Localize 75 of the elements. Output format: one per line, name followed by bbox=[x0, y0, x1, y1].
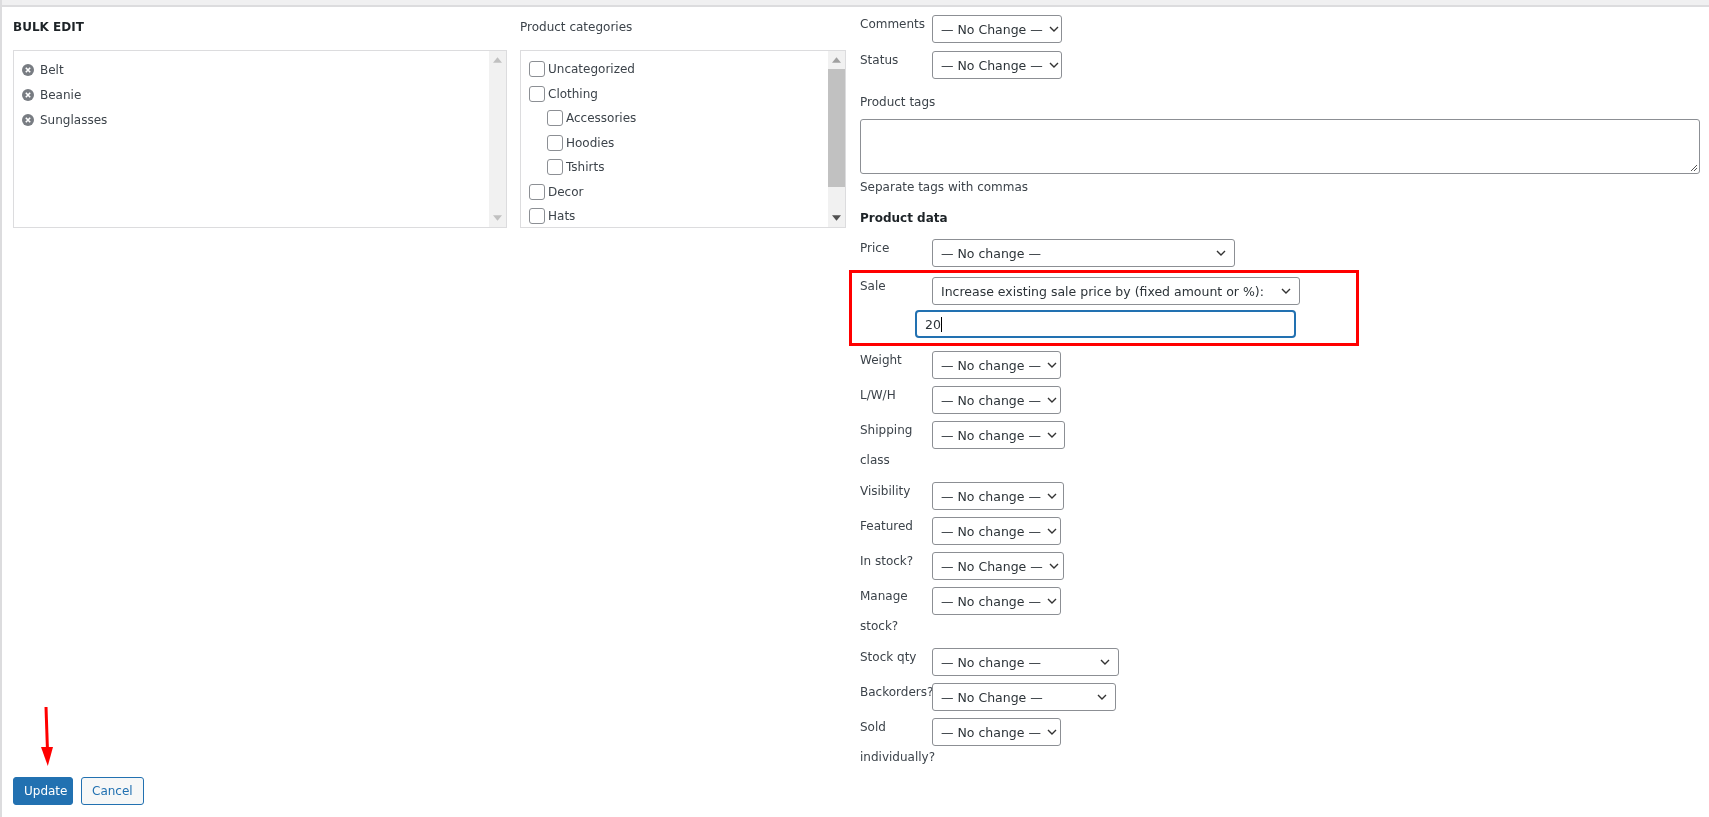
dropdown[interactable]: — No Change — bbox=[932, 683, 1116, 711]
chevron-down-icon bbox=[1048, 26, 1059, 32]
section-title: Product categories bbox=[520, 20, 634, 36]
category-label: Hats bbox=[548, 209, 576, 224]
checkbox[interactable] bbox=[529, 61, 545, 78]
dropdown[interactable]: — No change — bbox=[932, 587, 1061, 615]
field-label: Shipping class bbox=[860, 422, 914, 469]
field-label: Comments bbox=[860, 16, 927, 33]
dropdown[interactable]: — No Change — bbox=[932, 552, 1064, 580]
chevron-down-icon bbox=[1048, 62, 1059, 68]
scrollbar[interactable] bbox=[828, 51, 845, 227]
scroll-thumb[interactable] bbox=[828, 69, 845, 187]
field-label: Sale bbox=[860, 278, 887, 295]
scroll-up-icon[interactable] bbox=[832, 57, 841, 63]
resize-grip-icon[interactable] bbox=[1689, 163, 1697, 171]
field-label: Weight bbox=[860, 352, 903, 369]
field-label: Product tags bbox=[860, 95, 937, 109]
section-title: BULK EDIT bbox=[13, 20, 85, 36]
scroll-down-icon[interactable] bbox=[832, 215, 841, 221]
hint-text: Separate tags with commas bbox=[860, 180, 1030, 194]
product-name: Belt bbox=[40, 62, 64, 77]
category-label: Clothing bbox=[548, 86, 598, 101]
checkbox[interactable] bbox=[547, 110, 563, 127]
chevron-down-icon bbox=[1046, 598, 1057, 604]
chevron-down-icon bbox=[1216, 250, 1226, 256]
remove-icon[interactable] bbox=[22, 63, 34, 76]
category-label: Accessories bbox=[566, 111, 637, 126]
product-name: Beanie bbox=[40, 87, 82, 102]
category-label: Hoodies bbox=[566, 135, 615, 150]
field-label: Status bbox=[860, 52, 900, 69]
arrow-annotation bbox=[40, 707, 54, 767]
field-label: Stock qty bbox=[860, 649, 918, 666]
category-label: Decor bbox=[548, 184, 584, 199]
dropdown[interactable]: Increase existing sale price by (fixed amount or %): bbox=[932, 277, 1300, 305]
dropdown[interactable]: — No change — bbox=[932, 351, 1061, 379]
field-label: L/W/H bbox=[860, 387, 897, 404]
update-button[interactable]: Update bbox=[13, 777, 73, 805]
section-title: Product data bbox=[860, 211, 949, 225]
field-label: Featured bbox=[860, 518, 914, 535]
product-name: Sunglasses bbox=[40, 112, 108, 127]
field-label: Visibility bbox=[860, 483, 912, 500]
checkbox[interactable] bbox=[529, 183, 545, 200]
remove-icon[interactable] bbox=[22, 113, 34, 126]
category-label: Tshirts bbox=[566, 160, 605, 175]
chevron-down-icon bbox=[1046, 493, 1057, 499]
dropdown[interactable]: — No change — bbox=[932, 718, 1061, 746]
checkbox[interactable] bbox=[547, 159, 563, 176]
amount-input[interactable]: 20 bbox=[915, 310, 1296, 338]
checkbox[interactable] bbox=[529, 208, 545, 225]
cancel-button[interactable]: Cancel bbox=[81, 777, 144, 805]
dropdown[interactable]: — No change — bbox=[932, 421, 1065, 449]
dropdown[interactable]: — No change — bbox=[932, 648, 1119, 676]
chevron-down-icon bbox=[1046, 528, 1057, 534]
chevron-down-icon bbox=[1046, 729, 1057, 735]
chevron-down-icon bbox=[1046, 362, 1057, 368]
field-label: Price bbox=[860, 240, 891, 257]
dropdown[interactable]: — No Change — bbox=[932, 51, 1062, 79]
dropdown[interactable]: — No change — bbox=[932, 239, 1235, 267]
chevron-down-icon bbox=[1046, 432, 1057, 438]
field-label: In stock? bbox=[860, 553, 915, 570]
chevron-down-icon bbox=[1281, 288, 1291, 294]
field-label: Backorders? bbox=[860, 684, 932, 701]
remove-icon[interactable] bbox=[22, 88, 34, 101]
field-label: Manage stock? bbox=[860, 588, 909, 635]
dropdown[interactable]: — No change — bbox=[932, 517, 1061, 545]
checkbox[interactable] bbox=[547, 134, 563, 151]
checkbox[interactable] bbox=[529, 85, 545, 102]
chevron-down-icon bbox=[1097, 694, 1107, 700]
dropdown[interactable]: — No Change — bbox=[932, 15, 1062, 43]
dropdown[interactable]: — No change — bbox=[932, 386, 1061, 414]
category-label: Uncategorized bbox=[548, 62, 635, 77]
chevron-down-icon bbox=[1048, 563, 1059, 569]
chevron-down-icon bbox=[1046, 397, 1057, 403]
chevron-down-icon bbox=[1100, 659, 1110, 665]
dropdown[interactable]: — No change — bbox=[932, 482, 1064, 510]
